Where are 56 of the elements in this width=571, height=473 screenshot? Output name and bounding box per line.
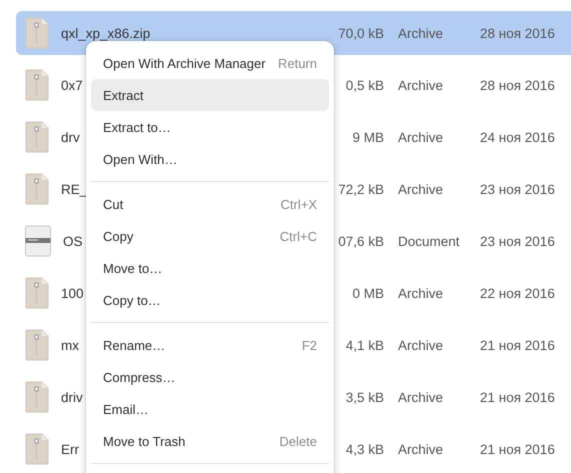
file-type: Document — [398, 234, 461, 248]
file-size: 0,5 kB — [344, 78, 384, 92]
menu-item[interactable]: Rename… F2 — [91, 329, 329, 361]
file-type: Archive — [398, 286, 444, 300]
menu-item[interactable]: Move to Trash Delete — [91, 425, 329, 457]
document-file-icon — [25, 225, 51, 257]
file-name: 100 — [61, 286, 84, 300]
file-name: drv — [61, 130, 80, 144]
file-size: 9 MB — [351, 130, 384, 144]
menu-item[interactable]: Move to… — [91, 252, 329, 284]
file-size: 70,0 kB — [337, 26, 384, 40]
menu-item[interactable]: Extract — [91, 79, 329, 111]
file-size: 3,5 kB — [344, 390, 384, 404]
menu-item[interactable]: Cut Ctrl+X — [91, 188, 329, 220]
file-type: Archive — [398, 442, 444, 456]
file-size: 4,3 kB — [344, 442, 384, 456]
file-date: 28 ноя 2016 — [480, 26, 556, 40]
file-name: OS — [63, 234, 83, 248]
menu-item[interactable]: Copy to… — [91, 284, 329, 316]
archive-file-icon — [25, 329, 49, 361]
file-type: Archive — [398, 182, 444, 196]
file-date: 28 ноя 2016 — [480, 78, 556, 92]
file-size: 0 MB — [351, 286, 384, 300]
file-name: Err — [61, 442, 79, 456]
file-type: Archive — [398, 78, 444, 92]
file-type: Archive — [398, 26, 444, 40]
file-date: 23 ноя 2016 — [480, 234, 556, 248]
archive-file-icon — [25, 381, 49, 413]
file-type: Archive — [398, 390, 444, 404]
menu-item[interactable]: Copy Ctrl+C — [91, 220, 329, 252]
file-name: 0x7 — [61, 78, 83, 92]
file-date: 21 ноя 2016 — [480, 338, 556, 352]
file-size: 07,6 kB — [337, 234, 384, 248]
archive-file-icon — [25, 17, 49, 49]
file-date: 21 ноя 2016 — [480, 390, 556, 404]
file-size: 72,2 kB — [337, 182, 384, 196]
file-type: Archive — [398, 130, 444, 144]
archive-file-icon — [25, 121, 49, 153]
file-type: Archive — [398, 338, 444, 352]
menu-item[interactable]: Compress… — [91, 361, 329, 393]
menu-item[interactable]: Open With… — [91, 143, 329, 175]
file-size: 4,1 kB — [344, 338, 384, 352]
file-date: 23 ноя 2016 — [480, 182, 556, 196]
archive-file-icon — [25, 173, 49, 205]
file-date: 24 ноя 2016 — [480, 130, 556, 144]
archive-file-icon — [25, 69, 49, 101]
file-date: 21 ноя 2016 — [480, 442, 556, 456]
file-name: driv — [61, 390, 83, 404]
archive-file-icon — [25, 433, 49, 465]
file-date: 22 ноя 2016 — [480, 286, 556, 300]
menu-item[interactable]: Email… — [91, 393, 329, 425]
archive-file-icon — [25, 277, 49, 309]
file-name: qxl_xp_x86.zip — [61, 26, 150, 40]
file-name: mx — [61, 338, 79, 352]
menu-item[interactable]: Extract to… — [91, 111, 329, 143]
file-name: RE_ — [61, 182, 88, 196]
